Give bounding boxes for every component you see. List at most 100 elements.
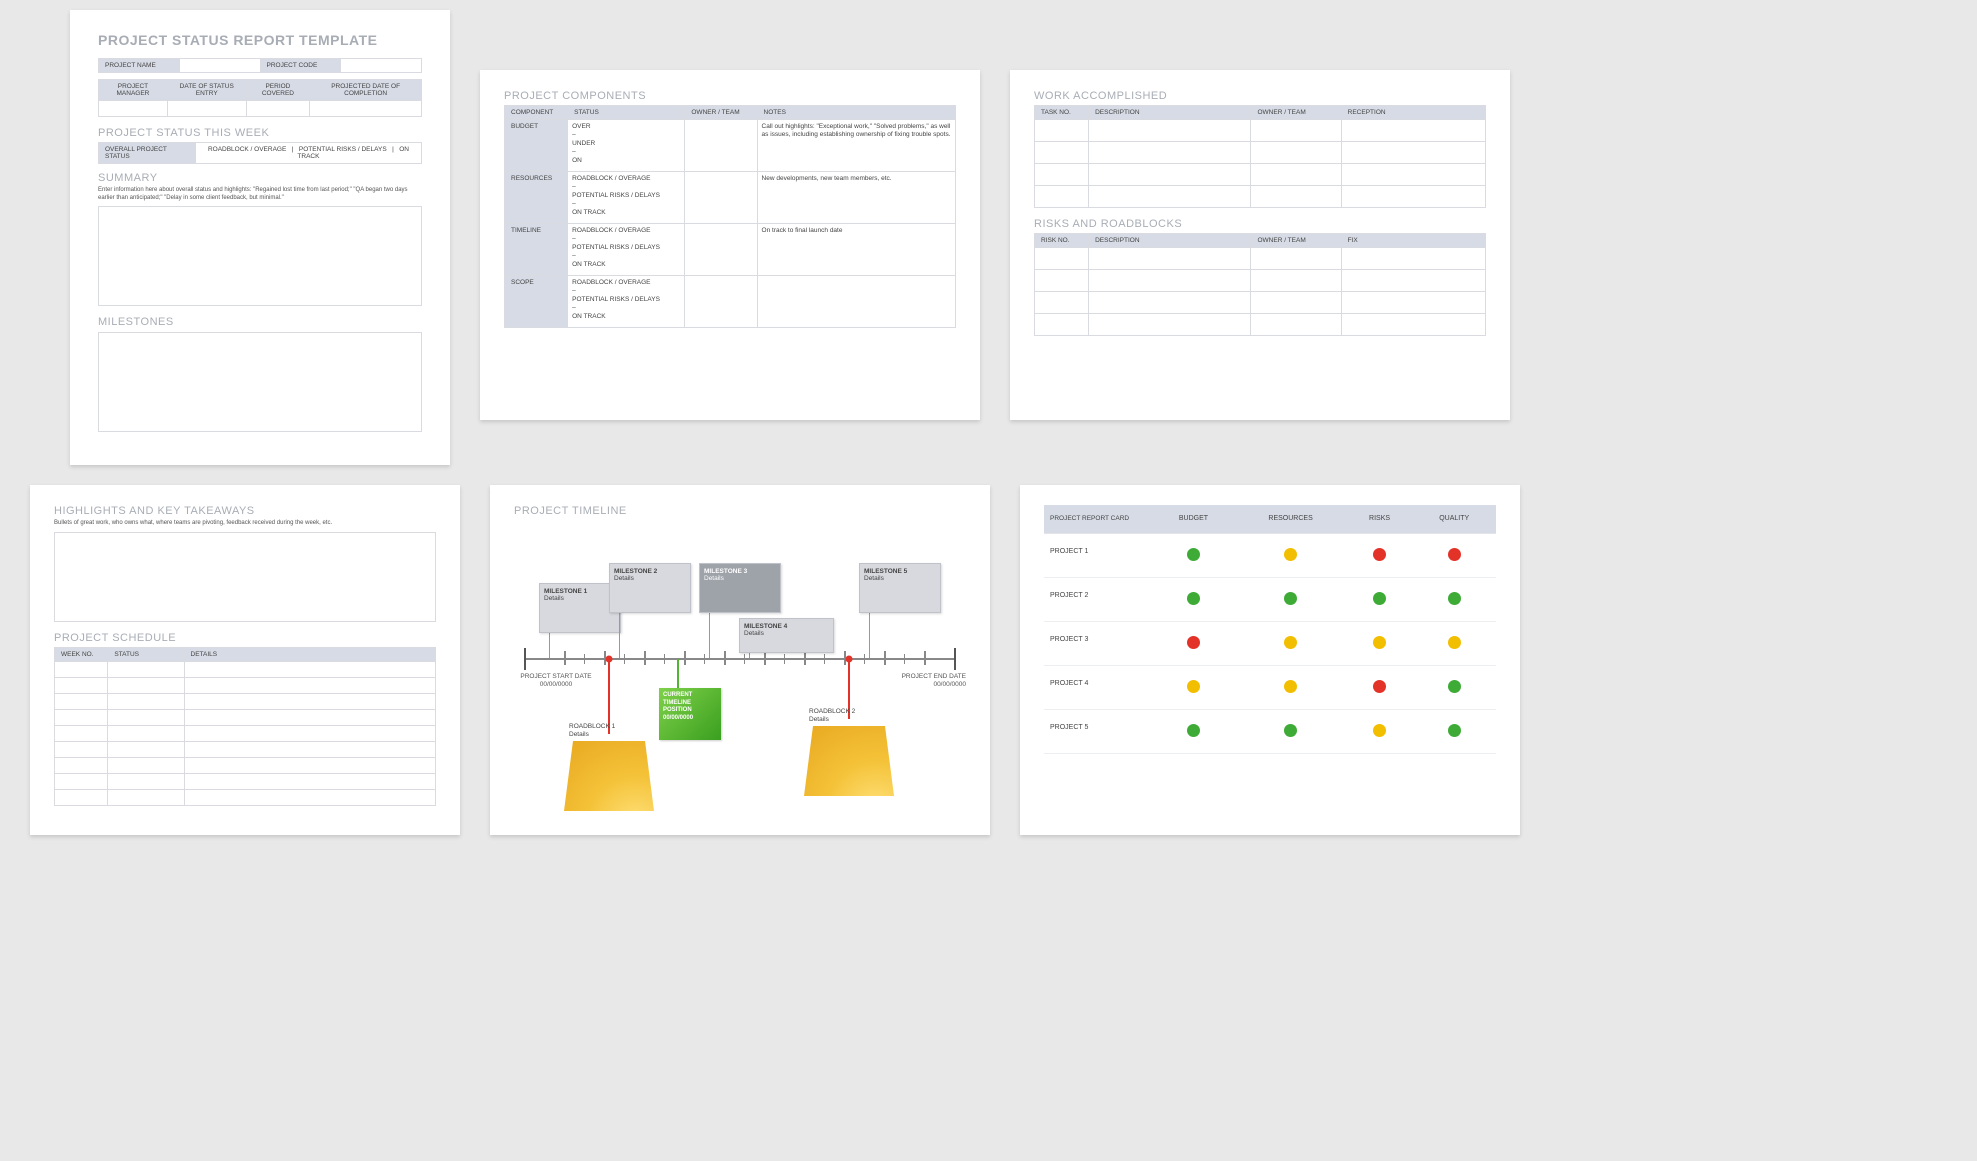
table-row [1035, 164, 1486, 186]
table-row: PROJECT 2 [1044, 578, 1496, 622]
project-name: PROJECT 3 [1044, 622, 1152, 666]
status-dot [1284, 548, 1297, 561]
status-dot [1373, 592, 1386, 605]
project-code-cell[interactable] [341, 59, 422, 73]
status-dot [1373, 680, 1386, 693]
cell-owner[interactable] [685, 276, 757, 328]
cell-notes[interactable] [757, 276, 955, 328]
card-report-card: PROJECT REPORT CARD BUDGET RESOURCES RIS… [1020, 485, 1520, 835]
cell-notes[interactable]: On track to final launch date [757, 224, 955, 276]
table-row [55, 789, 436, 805]
cell-status: ROADBLOCK / OVERAGE – POTENTIAL RISKS / … [568, 276, 685, 328]
table-row: PROJECT 5 [1044, 710, 1496, 754]
highlights-box[interactable] [54, 532, 436, 622]
hdr-desc: DESCRIPTION [1089, 106, 1251, 120]
cell-notes[interactable]: Call out highlights: "Exceptional work,"… [757, 120, 955, 172]
status-dot [1284, 592, 1297, 605]
status-dot [1448, 548, 1461, 561]
work-table: TASK NO. DESCRIPTION OWNER / TEAM RECEPT… [1034, 105, 1486, 208]
roadblock-box [564, 741, 654, 811]
milestone-box: MILESTONE 3 Details [699, 563, 781, 613]
hdr-notes: NOTES [757, 106, 955, 120]
milestones-box[interactable] [98, 332, 422, 432]
summary-title: SUMMARY [98, 172, 422, 184]
table-row [1035, 248, 1486, 270]
project-name-label: PROJECT NAME [99, 59, 180, 73]
components-title: PROJECT COMPONENTS [504, 90, 956, 102]
status-week-title: PROJECT STATUS THIS WEEK [98, 127, 422, 139]
hdr-status: STATUS [568, 106, 685, 120]
project-name: PROJECT 2 [1044, 578, 1152, 622]
hdr-quality: QUALITY [1412, 505, 1496, 534]
milestone-box: MILESTONE 4 Details [739, 618, 834, 653]
project-name: PROJECT 1 [1044, 534, 1152, 578]
schedule-title: PROJECT SCHEDULE [54, 632, 436, 644]
milestone-box: MILESTONE 2 Details [609, 563, 691, 613]
table-row [55, 661, 436, 677]
row-label: RESOURCES [505, 172, 568, 224]
row-label: TIMELINE [505, 224, 568, 276]
milestone-box: MILESTONE 5 Details [859, 563, 941, 613]
cell-notes[interactable]: New developments, new team members, etc. [757, 172, 955, 224]
risks-title: RISKS AND ROADBLOCKS [1034, 218, 1486, 230]
hdr-details: DETAILS [184, 647, 435, 661]
components-table: COMPONENT STATUS OWNER / TEAM NOTES BUDG… [504, 105, 956, 328]
status-dot [1187, 724, 1200, 737]
status-dot [1373, 548, 1386, 561]
risks-table: RISK NO. DESCRIPTION OWNER / TEAM FIX [1034, 233, 1486, 336]
status-dot [1284, 680, 1297, 693]
card-work-risks: WORK ACCOMPLISHED TASK NO. DESCRIPTION O… [1010, 70, 1510, 420]
hdr-owner: OWNER / TEAM [1251, 106, 1341, 120]
table-row: PROJECT 4 [1044, 666, 1496, 710]
project-name-cell[interactable] [179, 59, 260, 73]
status-dot [1187, 636, 1200, 649]
current-box: CURRENT TIMELINE POSITION 00/00/0000 [659, 688, 721, 740]
hdr-desc: DESCRIPTION [1089, 234, 1251, 248]
cell-status: ROADBLOCK / OVERAGE – POTENTIAL RISKS / … [568, 172, 685, 224]
cell-owner[interactable] [685, 120, 757, 172]
table-row: PROJECT 1 [1044, 534, 1496, 578]
cell-owner[interactable] [685, 172, 757, 224]
summary-box[interactable] [98, 206, 422, 306]
milestones-title: MILESTONES [98, 316, 422, 328]
project-name: PROJECT 4 [1044, 666, 1152, 710]
hdr-status: STATUS [108, 647, 184, 661]
current-line [677, 659, 679, 689]
highlights-title: HIGHLIGHTS AND KEY TAKEAWAYS [54, 505, 436, 517]
table-row [55, 709, 436, 725]
row-label: BUDGET [505, 120, 568, 172]
status-label: OVERALL PROJECT STATUS [99, 143, 196, 164]
table-row [55, 757, 436, 773]
roadblock-box [804, 726, 894, 796]
timeline-title: PROJECT TIMELINE [514, 505, 966, 517]
hdr-resources: RESOURCES [1234, 505, 1346, 534]
hdr-status-date: DATE OF STATUS ENTRY [167, 80, 246, 101]
hdr-task: TASK NO. [1035, 106, 1089, 120]
cell-owner[interactable] [685, 224, 757, 276]
val-completion[interactable] [310, 101, 422, 117]
table-row [1035, 270, 1486, 292]
table-row [1035, 142, 1486, 164]
summary-hint: Enter information here about overall sta… [98, 187, 422, 202]
table-row [1035, 314, 1486, 336]
hdr-component: COMPONENT [505, 106, 568, 120]
schedule-table: WEEK NO. STATUS DETAILS [54, 647, 436, 806]
hdr-period: PERIOD COVERED [246, 80, 310, 101]
val-manager[interactable] [99, 101, 168, 117]
status-dot [1187, 592, 1200, 605]
roadblock-label: ROADBLOCK 1 Details [569, 723, 615, 740]
status-options: ROADBLOCK / OVERAGE | POTENTIAL RISKS / … [195, 143, 421, 164]
work-title: WORK ACCOMPLISHED [1034, 90, 1486, 102]
status-dot [1284, 724, 1297, 737]
timeline-start-label: PROJECT START DATE 00/00/0000 [516, 673, 596, 690]
table-row: RESOURCES ROADBLOCK / OVERAGE – POTENTIA… [505, 172, 956, 224]
table-row: TIMELINE ROADBLOCK / OVERAGE – POTENTIAL… [505, 224, 956, 276]
hdr-completion: PROJECTED DATE OF COMPLETION [310, 80, 422, 101]
table-row [55, 741, 436, 757]
timeline-axis [524, 658, 956, 660]
val-status-date[interactable] [167, 101, 246, 117]
val-period[interactable] [246, 101, 310, 117]
status-table: OVERALL PROJECT STATUS ROADBLOCK / OVERA… [98, 142, 422, 164]
table-row [55, 693, 436, 709]
report-card-table: PROJECT REPORT CARD BUDGET RESOURCES RIS… [1044, 505, 1496, 754]
